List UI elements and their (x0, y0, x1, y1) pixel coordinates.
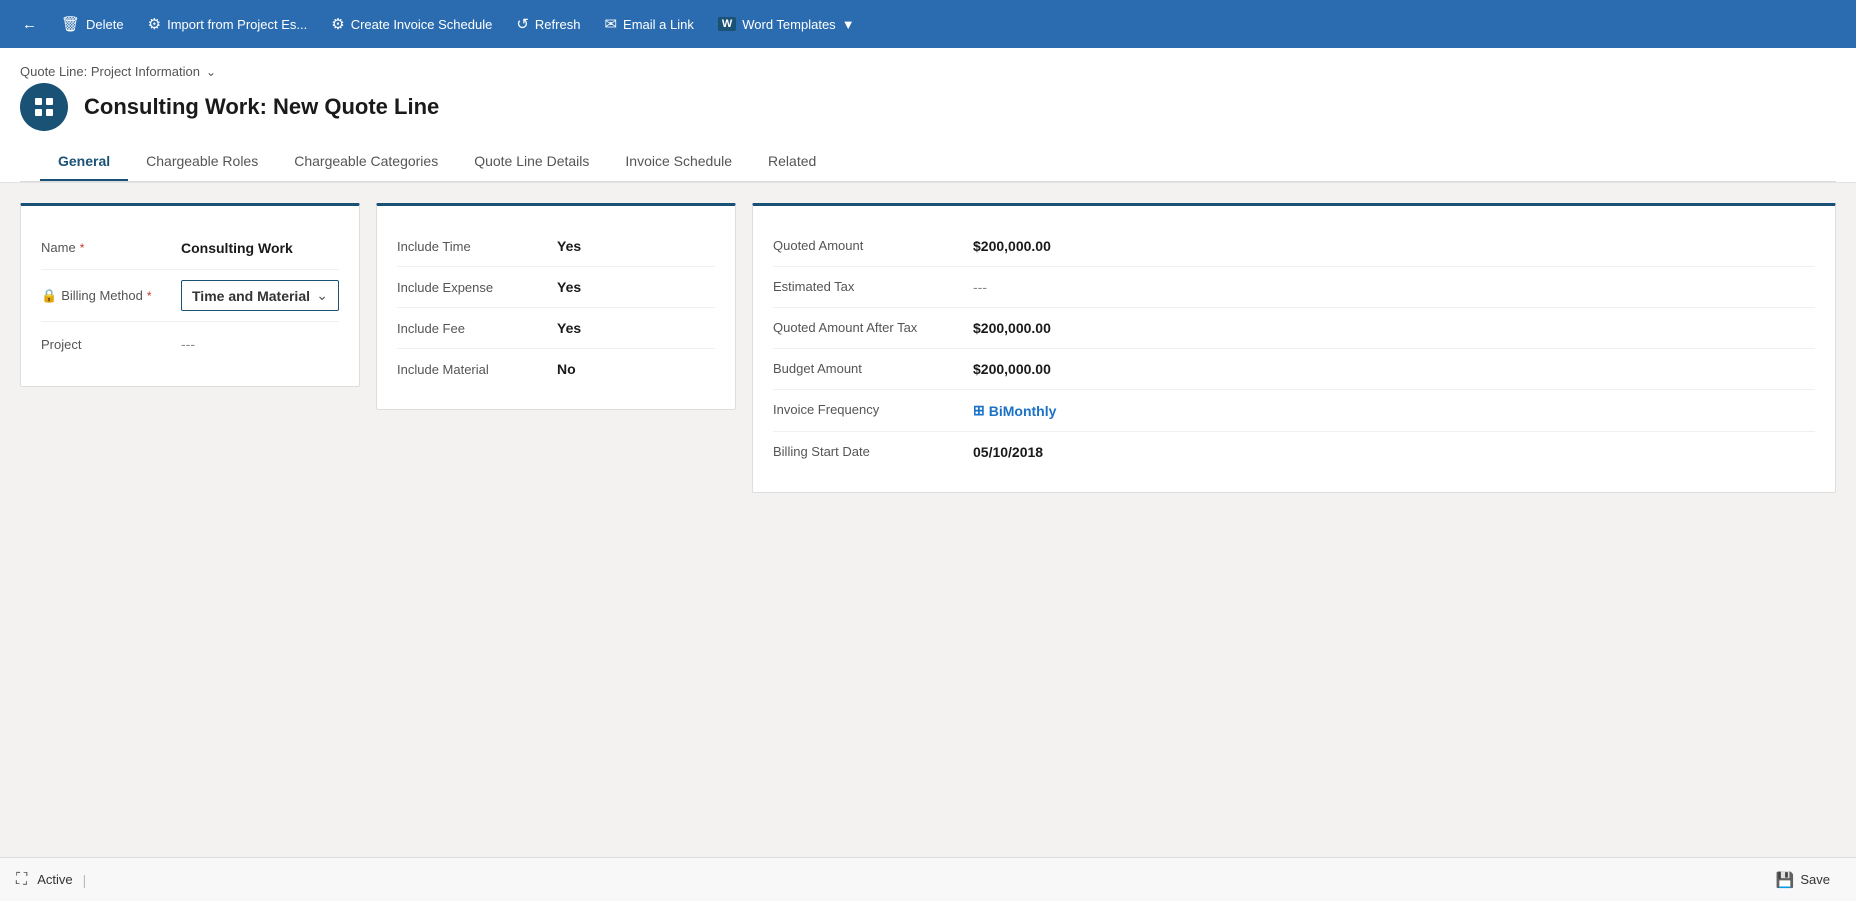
refresh-button[interactable]: ↺ Refresh (506, 9, 590, 39)
create-invoice-icon: ⚙ (331, 15, 344, 33)
refresh-icon: ↺ (516, 15, 529, 33)
import-button[interactable]: ⚙ Import from Project Es... (138, 9, 318, 39)
include-fee-row: Include Fee Yes (397, 308, 715, 349)
invoice-frequency-value[interactable]: ⊞ BiMonthly (973, 402, 1815, 419)
tab-invoice-schedule[interactable]: Invoice Schedule (607, 143, 750, 181)
tab-chargeable-categories[interactable]: Chargeable Categories (276, 143, 456, 181)
main-content: Name * Consulting Work 🔒 Billing Method … (0, 183, 1856, 513)
footer: ⛶ Active | 💾 Save (0, 857, 1856, 901)
billing-method-dropdown[interactable]: Time and Material ⌄ (181, 280, 339, 311)
status-separator: | (83, 872, 87, 888)
toolbar: ← 🗑 Delete ⚙ Import from Project Es... ⚙… (0, 0, 1856, 48)
estimated-tax-row: Estimated Tax --- (773, 267, 1815, 308)
billing-start-date-label: Billing Start Date (773, 444, 953, 459)
quoted-amount-row: Quoted Amount $200,000.00 (773, 226, 1815, 267)
quoted-amount-value: $200,000.00 (973, 238, 1815, 254)
estimated-tax-value: --- (973, 279, 1815, 295)
budget-amount-row: Budget Amount $200,000.00 (773, 349, 1815, 390)
lock-icon: 🔒 (41, 288, 57, 304)
budget-amount-value: $200,000.00 (973, 361, 1815, 377)
status-badge: Active (37, 872, 72, 887)
quoted-amount-after-tax-label: Quoted Amount After Tax (773, 320, 953, 335)
delete-button[interactable]: 🗑 Delete (51, 9, 134, 39)
footer-left: ⛶ Active | (16, 871, 86, 889)
billing-method-required: * (147, 289, 152, 303)
invoice-frequency-label: Invoice Frequency (773, 402, 953, 417)
include-material-row: Include Material No (397, 349, 715, 389)
tab-quote-line-details[interactable]: Quote Line Details (456, 143, 607, 181)
invoice-frequency-row: Invoice Frequency ⊞ BiMonthly (773, 390, 1815, 432)
include-time-label: Include Time (397, 239, 557, 254)
billing-start-date-value: 05/10/2018 (973, 444, 1815, 460)
status-expand-icon[interactable]: ⛶ (16, 871, 27, 889)
create-invoice-button[interactable]: ⚙ Create Invoice Schedule (321, 9, 502, 39)
back-button[interactable]: ← (12, 10, 47, 39)
invoice-frequency-icon: ⊞ (973, 402, 985, 419)
name-required: * (80, 241, 85, 255)
word-templates-dropdown-icon: ▼ (842, 17, 855, 32)
word-icon: W (718, 17, 736, 31)
page-header: Quote Line: Project Information ⌄ Consul… (0, 48, 1856, 183)
budget-amount-label: Budget Amount (773, 361, 953, 376)
include-expense-label: Include Expense (397, 280, 557, 295)
email-link-button[interactable]: ✉ Email a Link (594, 9, 703, 39)
name-label: Name * (41, 240, 181, 255)
left-panel: Name * Consulting Work 🔒 Billing Method … (20, 203, 360, 387)
include-time-row: Include Time Yes (397, 226, 715, 267)
quoted-amount-after-tax-value: $200,000.00 (973, 320, 1815, 336)
billing-start-date-row: Billing Start Date 05/10/2018 (773, 432, 1815, 472)
include-material-value: No (557, 361, 715, 377)
import-icon: ⚙ (148, 15, 161, 33)
middle-panel: Include Time Yes Include Expense Yes Inc… (376, 203, 736, 410)
dropdown-arrow-icon: ⌄ (316, 287, 328, 304)
email-icon: ✉ (604, 15, 617, 33)
delete-icon: 🗑 (61, 15, 80, 33)
entity-icon (20, 83, 68, 131)
breadcrumb: Quote Line: Project Information ⌄ (20, 64, 1836, 79)
tab-general[interactable]: General (40, 143, 128, 181)
include-material-label: Include Material (397, 362, 557, 377)
project-label: Project (41, 337, 181, 352)
save-button[interactable]: 💾 Save (1766, 865, 1840, 895)
estimated-tax-label: Estimated Tax (773, 279, 953, 294)
tab-related[interactable]: Related (750, 143, 834, 181)
name-value: Consulting Work (181, 240, 339, 256)
name-row: Name * Consulting Work (41, 226, 339, 270)
include-fee-label: Include Fee (397, 321, 557, 336)
back-icon: ← (22, 16, 37, 33)
include-expense-value: Yes (557, 279, 715, 295)
title-row: Consulting Work: New Quote Line (20, 83, 1836, 131)
include-time-value: Yes (557, 238, 715, 254)
billing-method-label: 🔒 Billing Method * (41, 288, 181, 304)
quoted-amount-label: Quoted Amount (773, 238, 953, 253)
project-row: Project --- (41, 322, 339, 366)
billing-method-value: Time and Material (192, 288, 310, 304)
breadcrumb-chevron: ⌄ (206, 65, 216, 79)
tabs-container: General Chargeable Roles Chargeable Cate… (20, 143, 1836, 182)
include-expense-row: Include Expense Yes (397, 267, 715, 308)
quoted-amount-after-tax-row: Quoted Amount After Tax $200,000.00 (773, 308, 1815, 349)
project-value: --- (181, 336, 339, 352)
save-icon: 💾 (1776, 871, 1795, 889)
tab-chargeable-roles[interactable]: Chargeable Roles (128, 143, 276, 181)
billing-method-row: 🔒 Billing Method * Time and Material ⌄ (41, 270, 339, 322)
word-templates-button[interactable]: W Word Templates ▼ (708, 11, 865, 38)
include-fee-value: Yes (557, 320, 715, 336)
right-panel: Quoted Amount $200,000.00 Estimated Tax … (752, 203, 1836, 493)
page-title: Consulting Work: New Quote Line (84, 94, 439, 120)
